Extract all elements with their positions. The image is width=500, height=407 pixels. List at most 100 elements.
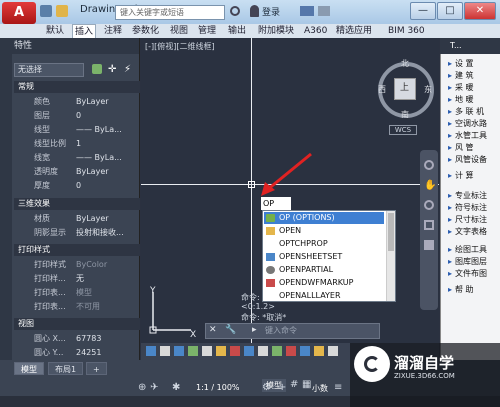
quick-access-open-icon[interactable] <box>56 5 68 17</box>
maximize-button[interactable]: □ <box>437 2 463 20</box>
toolbar-tool-icon[interactable] <box>188 346 198 356</box>
prop-row[interactable]: 颜色 ByLayer <box>14 95 140 108</box>
prop-row[interactable]: 线型 —— ByLa... <box>14 123 140 136</box>
close-command-line-icon[interactable]: ✕ <box>209 325 217 335</box>
selection-dropdown[interactable]: 无选择 <box>14 63 84 77</box>
palette-item[interactable]: ▸ 地 暖 <box>448 94 500 106</box>
suggestion-item[interactable]: OPTCHPROP <box>264 238 384 250</box>
scrollbar-thumb[interactable] <box>388 213 394 251</box>
units-button[interactable]: 小数 <box>312 383 328 394</box>
palette-item[interactable]: ▸ 建 筑 <box>448 70 500 82</box>
compass-south[interactable]: 南 <box>401 109 409 120</box>
suggestion-item[interactable]: OPENDWFMARKUP <box>264 277 384 289</box>
toolbar-tool-icon[interactable] <box>230 346 240 356</box>
tab-insert[interactable]: 插入 <box>72 24 97 38</box>
login-button[interactable]: 登录 <box>262 5 280 18</box>
prop-row[interactable]: 图层 0 <box>14 109 140 122</box>
toolbar-tool-icon[interactable] <box>216 346 226 356</box>
suggestion-item[interactable]: OPEN <box>264 225 384 237</box>
toolbar-tool-icon[interactable] <box>202 346 212 356</box>
tab-model[interactable]: 模型 <box>14 362 44 375</box>
suggestion-item[interactable]: OPENALLLAYER <box>264 290 384 301</box>
plus-icon[interactable]: + <box>278 382 286 393</box>
suggestion-item[interactable]: OPENPARTIAL <box>264 264 384 276</box>
palette-item[interactable]: ▸ 采 暖 <box>448 82 500 94</box>
palette-item[interactable]: ▸ 专业标注 <box>448 190 500 202</box>
toolbar-tool-icon[interactable] <box>328 346 338 356</box>
palette-item[interactable]: ▸ 计 算 <box>448 170 500 182</box>
toolbar-tool-icon[interactable] <box>146 346 156 356</box>
prop-row[interactable]: 透明度 ByLayer <box>14 165 140 178</box>
palette-item[interactable]: ▸ 风 管 <box>448 142 500 154</box>
customize-icon[interactable]: 🔧 <box>225 325 236 335</box>
tab-bim360[interactable]: BIM 360 <box>386 24 427 38</box>
gear-icon[interactable]: ⚙ <box>262 382 271 393</box>
osnap-icon[interactable]: ⊕ <box>138 382 146 393</box>
palette-item[interactable]: ▸ 尺寸标注 <box>448 214 500 226</box>
prop-row[interactable]: 厚度 0 <box>14 179 140 192</box>
palette-item[interactable]: ▸ 符号标注 <box>448 202 500 214</box>
palette-item[interactable]: ▸ 文字表格 <box>448 226 500 238</box>
tab-featured-apps[interactable]: 精选应用 <box>334 24 374 38</box>
annotation-visibility-icon[interactable]: ✱ <box>172 382 180 393</box>
prop-row[interactable]: 圆心 Y... 24251 <box>14 346 140 358</box>
palette-item[interactable]: ▸ 风管设备 <box>448 154 500 166</box>
zoom-icon[interactable] <box>424 200 434 210</box>
select-objects-icon[interactable]: ✛ <box>108 64 116 75</box>
recent-commands-icon[interactable]: ▸ <box>252 325 257 335</box>
palette-item[interactable]: ▸ 文件布图 <box>448 268 500 280</box>
prop-row[interactable]: 材质 ByLayer <box>14 212 140 225</box>
tab-parametric[interactable]: 参数化 <box>130 24 161 38</box>
toggle-pickadd-icon[interactable] <box>92 64 102 74</box>
command-input-tooltip[interactable]: OP <box>261 197 291 210</box>
tab-layout1[interactable]: 布局1 <box>48 362 84 375</box>
palette-item[interactable]: ▸ 绘图工具 <box>448 244 500 256</box>
suggestion-item[interactable]: OP (OPTIONS) <box>264 212 384 224</box>
annotation-icon[interactable]: ✈ <box>150 382 158 393</box>
palette-item[interactable]: ▸ 水管工具 <box>448 130 500 142</box>
prop-row[interactable]: 打印表... 模型 <box>14 286 140 299</box>
tab-default[interactable]: 默认 <box>44 24 66 38</box>
tab-a360[interactable]: A360 <box>302 24 329 38</box>
section-plot-style[interactable]: 打印样式 <box>14 244 140 256</box>
tab-annotate[interactable]: 注释 <box>102 24 124 38</box>
palette-item[interactable]: ▸ 空调水路 <box>448 118 500 130</box>
suggestion-item[interactable]: OPENSHEETSET <box>264 251 384 263</box>
palette-item[interactable]: ▸ 图库图层 <box>448 256 500 268</box>
toolbar-tool-icon[interactable] <box>314 346 324 356</box>
pan-icon[interactable]: ✋ <box>424 180 436 191</box>
annotation-scale[interactable]: 1:1 / 100% <box>196 383 240 392</box>
compass-north[interactable]: 北 <box>401 58 409 69</box>
exchange-icon[interactable] <box>300 6 314 16</box>
palette-item[interactable]: ▸ 帮 助 <box>448 284 500 296</box>
grid-icon[interactable]: # <box>290 379 298 390</box>
customize-status-icon[interactable]: ≡ <box>334 382 342 393</box>
close-button[interactable]: ✕ <box>464 2 496 20</box>
minimize-button[interactable]: — <box>410 2 436 20</box>
toolbar-tool-icon[interactable] <box>160 346 170 356</box>
search-input[interactable]: 键入关键字或短语 <box>115 5 225 20</box>
wcs-menu[interactable]: WCS <box>389 125 417 135</box>
tab-view[interactable]: 视图 <box>168 24 190 38</box>
palette-side-bar[interactable] <box>0 54 12 360</box>
section-view[interactable]: 视图 <box>14 318 140 330</box>
toolbar-tool-icon[interactable] <box>258 346 268 356</box>
toolbar-tool-icon[interactable] <box>244 346 254 356</box>
section-3d-effects[interactable]: 三维效果 <box>14 198 140 210</box>
prop-row[interactable]: 线型比例 1 <box>14 137 140 150</box>
orbit-icon[interactable] <box>424 220 434 230</box>
viewport-controls-label[interactable]: [-][俯视][二维线框] <box>145 41 215 52</box>
application-menu-button[interactable]: A <box>2 2 36 24</box>
add-layout-button[interactable]: + <box>86 362 107 375</box>
snap-icon[interactable]: ▦ <box>302 379 311 390</box>
prop-row[interactable]: 阴影显示 投射和接收... <box>14 226 140 239</box>
compass-east[interactable]: 东 <box>424 84 432 95</box>
showmotion-icon[interactable] <box>424 240 434 250</box>
help-icon[interactable] <box>318 6 330 16</box>
toolbar-tool-icon[interactable] <box>272 346 282 356</box>
palette-item[interactable]: ▸ 多 联 机 <box>448 106 500 118</box>
search-icon[interactable] <box>230 6 240 16</box>
toolbar-tool-icon[interactable] <box>286 346 296 356</box>
quick-select-icon[interactable]: ⚡ <box>124 64 131 75</box>
section-general[interactable]: 常规 <box>14 81 140 93</box>
